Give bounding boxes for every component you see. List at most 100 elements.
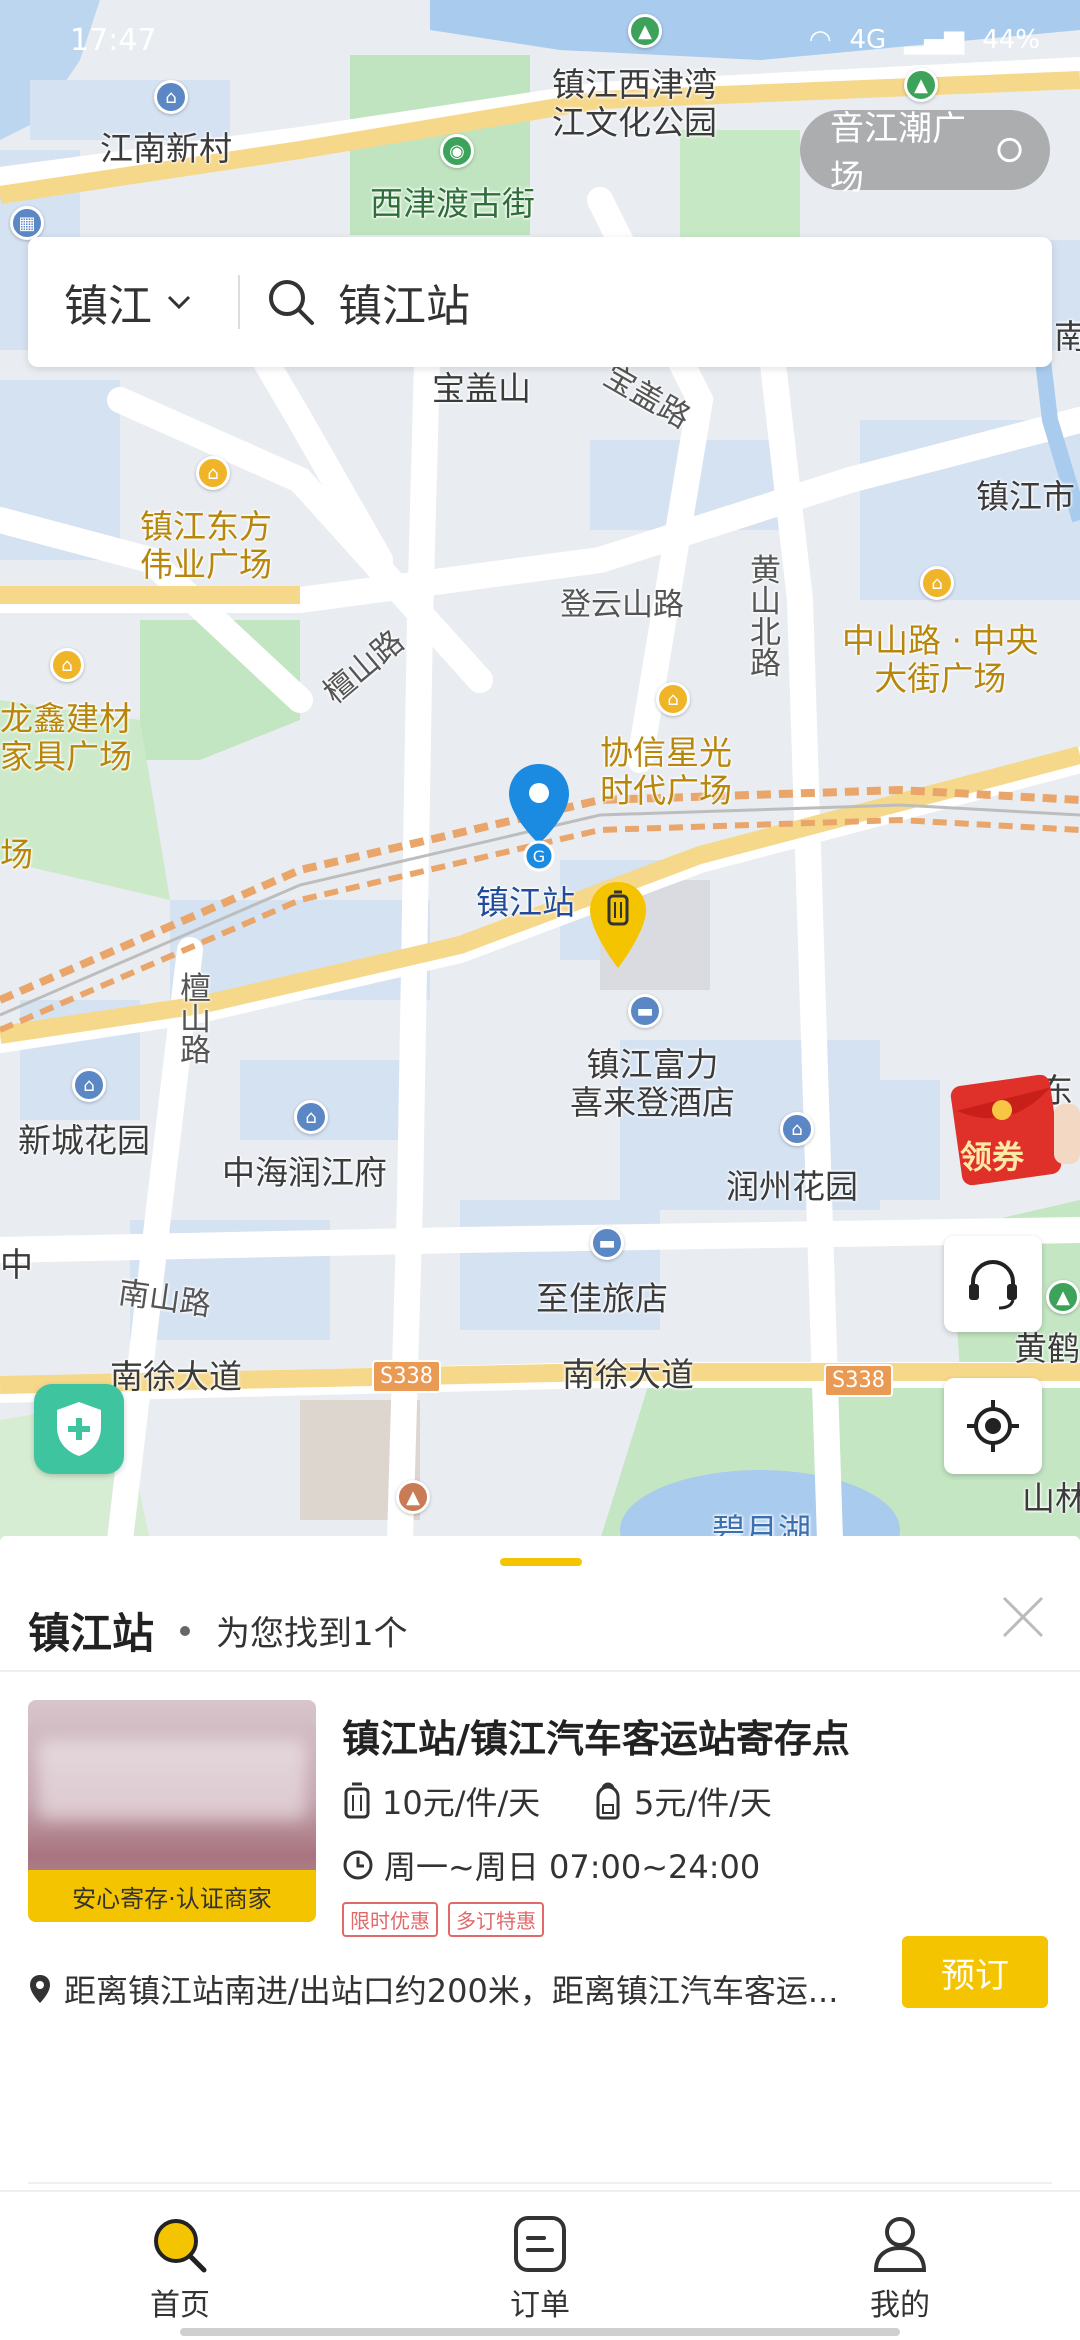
search-bar: 镇江 镇江站 (28, 237, 1052, 367)
promo-tag: 多订特惠 (448, 1902, 544, 1937)
home-icon[interactable]: ⌂ (72, 1068, 106, 1102)
map-label-tanshan-road-2: 檀 山 路 (180, 971, 211, 1069)
tab-orders-label: 订单 (510, 2288, 570, 2323)
shield-plus-icon (57, 1402, 101, 1456)
hotel-icon[interactable]: ▬ (590, 1226, 624, 1260)
shopping-icon[interactable]: ⌂ (920, 566, 954, 600)
battery-level: 44% (982, 25, 1040, 55)
promo-tags: 限时优惠 多订特惠 (342, 1902, 544, 1937)
map-label-edge-nan: 南 (1054, 317, 1080, 356)
photo-blur (38, 1740, 306, 1820)
network-label: 4G (849, 25, 887, 55)
store-address: 距离镇江站南进/出站口约200米，距离镇江汽车客运... (28, 1966, 878, 2012)
close-icon[interactable] (998, 1592, 1048, 1642)
map-label-xijindu: 西津渡古街 (370, 184, 535, 223)
search-icon (269, 280, 314, 325)
backpack-icon (596, 1782, 620, 1820)
station-location-pin-icon[interactable]: G (506, 762, 572, 872)
storage-location-pin-icon[interactable] (588, 880, 648, 972)
nearby-chip-label: 音江潮广场 (830, 109, 966, 198)
highway-shield: S338 (372, 1360, 441, 1393)
status-bar: 17:47 ◠ 4G ▂▄▆ 44% (0, 0, 1080, 80)
suitcase-icon (344, 1782, 370, 1819)
wifi-icon: ◠ (808, 25, 832, 55)
user-icon (873, 2217, 927, 2272)
map-label-edge-zhong: 中 (0, 1245, 33, 1284)
tab-mine[interactable]: 我的 (830, 2214, 970, 2324)
map-view[interactable]: 江南新村 镇江西津湾 江文化公园 西津渡古街 宝盖山 宝盖路 镇江市 镇江东方 … (0, 0, 1080, 1540)
map-label-zhijia: 至佳旅店 (536, 1279, 668, 1318)
sheet-title: 镇江站 (28, 1609, 155, 1658)
tab-home-label: 首页 (150, 2288, 210, 2323)
map-label-station: 镇江站 (476, 883, 575, 922)
svg-text:G: G (533, 847, 545, 866)
storage-result-card[interactable]: 安心寄存·认证商家 镇江站/镇江汽车客运站寄存点 10元/件/天 5元/件/天 (0, 1696, 1080, 2184)
city-selector[interactable]: 镇江 (28, 270, 238, 334)
tab-home[interactable]: 首页 (110, 2214, 250, 2324)
tab-orders[interactable]: 订单 (470, 2214, 610, 2324)
map-label-nanxu-west: 南徐大道 (110, 1357, 242, 1396)
map-label-edge-chang: 场 (0, 835, 33, 874)
search-input[interactable]: 镇江站 (338, 270, 470, 334)
map-label-huangshan-north: 黄 山 北 路 (750, 553, 781, 682)
map-label-baogaishan: 宝盖山 (432, 369, 531, 408)
map-label-nanxu-east: 南徐大道 (562, 1355, 694, 1394)
opening-hours-text: 周一~周日 07:00~24:00 (384, 1848, 761, 1886)
home-icon[interactable]: ⌂ (780, 1112, 814, 1146)
clock-icon (343, 1850, 373, 1880)
shopping-icon[interactable]: ⌂ (196, 456, 230, 490)
nearby-chip[interactable]: 音江潮广场 (800, 109, 1050, 198)
bag-price-text: 5元/件/天 (634, 1784, 772, 1822)
certified-badge: 安心寄存·认证商家 (28, 1870, 316, 1922)
refresh-icon (997, 137, 1022, 163)
bag-price: 5元/件/天 (592, 1778, 772, 1824)
locate-button[interactable] (944, 1378, 1042, 1474)
shopping-icon[interactable]: ⌂ (656, 682, 690, 716)
map-label-longxin: 龙鑫建材 家具广场 (0, 699, 132, 776)
map-label-dengyunshan-road: 登云山路 (560, 587, 684, 623)
tree-icon: ▲ (1046, 1280, 1080, 1314)
store-name: 镇江站/镇江汽车客运站寄存点 (342, 1717, 850, 1761)
building-icon[interactable]: ▦ (10, 206, 44, 240)
store-photo[interactable]: 安心寄存·认证商家 (28, 1700, 316, 1922)
city-label: 镇江 (64, 281, 152, 332)
luggage-price: 10元/件/天 (342, 1778, 540, 1824)
divider (238, 275, 240, 329)
map-label-dongfang: 镇江东方 伟业广场 (140, 507, 272, 584)
hotel-icon[interactable]: ▬ (628, 994, 662, 1028)
map-label-xincheng: 新城花园 (18, 1121, 150, 1160)
map-label-xiexin: 协信星光 时代广场 (600, 733, 732, 810)
drag-handle[interactable] (500, 1558, 582, 1566)
book-button[interactable]: 预订 (902, 1936, 1048, 2008)
home-icon[interactable]: ⌂ (294, 1100, 328, 1134)
map-label-zhonghai: 中海润江府 (222, 1153, 387, 1192)
headset-icon (969, 1260, 1017, 1310)
map-label-shanlin: 山林 (1022, 1479, 1080, 1518)
dot-separator (180, 1625, 191, 1636)
home-icon[interactable]: ⌂ (154, 80, 188, 114)
map-label-zhenjiang-city: 镇江市 (976, 477, 1075, 516)
result-count: 为您找到1个 (216, 1614, 408, 1654)
coupon-label: 领券 (960, 1138, 1025, 1176)
opening-hours: 周一~周日 07:00~24:00 (342, 1842, 760, 1888)
customer-service-button[interactable] (944, 1236, 1042, 1332)
map-label-runzhou: 润州花园 (726, 1167, 858, 1206)
shopping-icon[interactable]: ⌂ (50, 648, 84, 682)
divider (28, 2182, 1052, 2184)
sheet-header: 镇江站 为您找到1个 (28, 1600, 408, 1661)
tab-mine-label: 我的 (870, 2288, 930, 2323)
status-time: 17:47 (70, 22, 157, 58)
home-indicator[interactable] (180, 2328, 900, 2336)
school-icon[interactable]: ▲ (396, 1480, 430, 1514)
highway-shield: S338 (824, 1364, 893, 1397)
location-pin-icon (30, 1975, 50, 2003)
search-home-icon (154, 2219, 207, 2273)
camera-icon[interactable]: ◉ (440, 134, 474, 168)
order-list-icon (514, 2216, 566, 2272)
map-label-zhongshan: 中山路 · 中央 大街广场 (842, 621, 1039, 698)
safety-button[interactable] (34, 1384, 124, 1474)
coupon-button[interactable]: 领券 (950, 1064, 1080, 1194)
map-label-jiangnan-xincun: 江南新村 (100, 129, 232, 168)
map-label-fuli: 镇江富力 喜来登酒店 (570, 1045, 735, 1122)
store-address-text: 距离镇江站南进/出站口约200米，距离镇江汽车客运... (64, 1972, 839, 2010)
